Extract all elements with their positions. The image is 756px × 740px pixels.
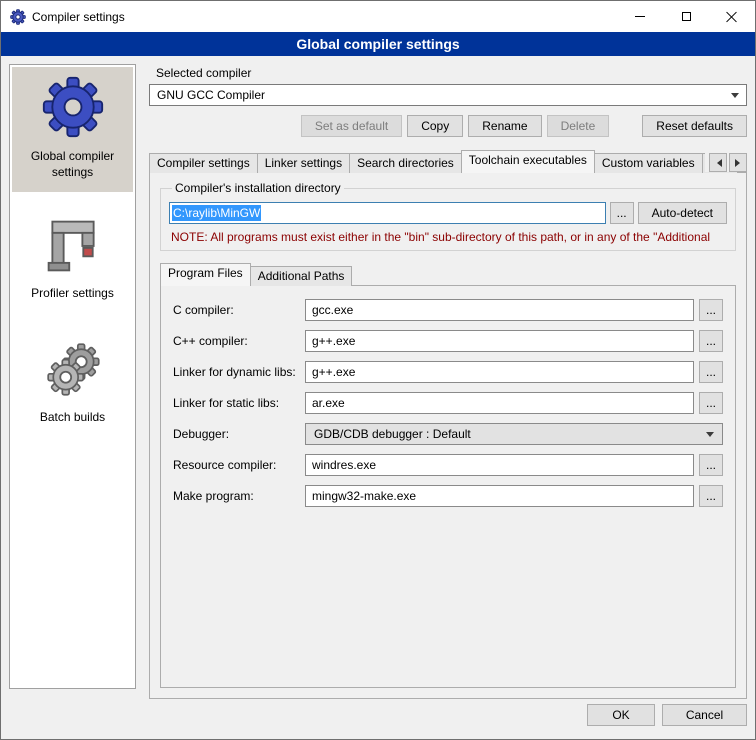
tab-linker-settings[interactable]: Linker settings — [257, 153, 350, 173]
sidebar-item-label: Global compiler settings — [15, 149, 130, 180]
auto-detect-button[interactable]: Auto-detect — [638, 202, 727, 224]
app-gear-icon — [10, 9, 26, 25]
tab-scroll-right-button[interactable] — [729, 153, 747, 172]
field-row-dynamic-linker: Linker for dynamic libs: ... — [173, 361, 723, 383]
sidebar-item-global-compiler-settings[interactable]: Global compiler settings — [12, 67, 133, 192]
dialog-header: Global compiler settings — [1, 32, 755, 56]
field-row-make-program: Make program: ... — [173, 485, 723, 507]
sidebar-item-profiler-settings[interactable]: Profiler settings — [12, 208, 133, 314]
tab-search-directories[interactable]: Search directories — [349, 153, 462, 173]
static-linker-browse-button[interactable]: ... — [699, 392, 723, 414]
cpp-compiler-label: C++ compiler: — [173, 334, 305, 348]
batch-gears-icon — [42, 338, 104, 400]
static-linker-input[interactable] — [305, 392, 694, 414]
chevron-down-icon — [731, 93, 739, 102]
arrow-left-icon — [713, 159, 722, 167]
dynamic-linker-input[interactable] — [305, 361, 694, 383]
tab-toolchain-executables[interactable]: Toolchain executables — [461, 150, 595, 173]
titlebar: Compiler settings — [1, 1, 755, 32]
program-files-page: C compiler: ... C++ compiler: ... Linker… — [160, 285, 736, 688]
set-as-default-button[interactable]: Set as default — [301, 115, 402, 137]
copy-button[interactable]: Copy — [407, 115, 463, 137]
c-compiler-input[interactable] — [305, 299, 694, 321]
field-row-static-linker: Linker for static libs: ... — [173, 392, 723, 414]
field-row-resource-compiler: Resource compiler: ... — [173, 454, 723, 476]
c-compiler-browse-button[interactable]: ... — [699, 299, 723, 321]
bin-subdirectory-note: NOTE: All programs must exist either in … — [171, 230, 725, 244]
debugger-label: Debugger: — [173, 427, 305, 441]
browse-directory-button[interactable]: ... — [610, 202, 634, 224]
toolchain-executables-page: Compiler's installation directory C:\ray… — [149, 172, 747, 699]
close-button[interactable] — [709, 1, 755, 32]
dialog-footer: OK Cancel — [1, 701, 755, 739]
installation-directory-input[interactable]: C:\raylib\MinGW — [169, 202, 606, 224]
resource-compiler-browse-button[interactable]: ... — [699, 454, 723, 476]
installation-directory-value: C:\raylib\MinGW — [172, 205, 261, 221]
field-row-cpp-compiler: C++ compiler: ... — [173, 330, 723, 352]
c-compiler-label: C compiler: — [173, 303, 305, 317]
gear-icon — [41, 75, 105, 139]
maximize-button[interactable] — [663, 1, 709, 32]
field-row-debugger: Debugger: GDB/CDB debugger : Default — [173, 423, 723, 445]
debugger-select-value: GDB/CDB debugger : Default — [314, 427, 700, 441]
close-icon — [726, 11, 738, 23]
rename-button[interactable]: Rename — [468, 115, 541, 137]
settings-tabbar: Compiler settings Linker settings Search… — [149, 150, 747, 173]
selected-compiler-label: Selected compiler — [156, 66, 747, 80]
main-panel: Selected compiler GNU GCC Compiler Set a… — [149, 64, 747, 699]
caption-buttons — [617, 1, 755, 32]
profiler-clamp-icon — [43, 216, 103, 276]
tab-compiler-settings[interactable]: Compiler settings — [149, 153, 258, 173]
dynamic-linker-browse-button[interactable]: ... — [699, 361, 723, 383]
chevron-down-icon — [706, 432, 714, 441]
cancel-button[interactable]: Cancel — [662, 704, 747, 726]
minimize-button[interactable] — [617, 1, 663, 32]
tab-additional-paths[interactable]: Additional Paths — [250, 266, 353, 286]
compiler-actions: Set as default Copy Rename Delete Reset … — [149, 115, 747, 137]
resource-compiler-input[interactable] — [305, 454, 694, 476]
tab-scroll-left-button[interactable] — [709, 153, 727, 172]
cpp-compiler-input[interactable] — [305, 330, 694, 352]
arrow-right-icon — [735, 159, 744, 167]
window-title: Compiler settings — [32, 10, 125, 24]
compiler-select[interactable]: GNU GCC Compiler — [149, 84, 747, 106]
make-program-input[interactable] — [305, 485, 694, 507]
sidebar-item-label: Batch builds — [40, 410, 105, 426]
static-linker-label: Linker for static libs: — [173, 396, 305, 410]
reset-defaults-button[interactable]: Reset defaults — [642, 115, 747, 137]
sidebar-item-label: Profiler settings — [31, 286, 114, 302]
debugger-select[interactable]: GDB/CDB debugger : Default — [305, 423, 723, 445]
maximize-icon — [682, 12, 691, 21]
make-program-browse-button[interactable]: ... — [699, 485, 723, 507]
minimize-icon — [635, 16, 645, 17]
tab-program-files[interactable]: Program Files — [160, 263, 251, 286]
ok-button[interactable]: OK — [587, 704, 655, 726]
compiler-select-value: GNU GCC Compiler — [157, 88, 725, 102]
installation-directory-legend: Compiler's installation directory — [172, 181, 344, 195]
settings-category-sidebar: Global compiler settings Profiler settin… — [9, 64, 136, 689]
installation-directory-group: Compiler's installation directory C:\ray… — [160, 181, 736, 251]
compiler-settings-window: Compiler settings Global compiler settin… — [0, 0, 756, 740]
field-row-c-compiler: C compiler: ... — [173, 299, 723, 321]
sidebar-item-batch-builds[interactable]: Batch builds — [12, 330, 133, 438]
tab-scroll-controls — [705, 153, 747, 172]
dynamic-linker-label: Linker for dynamic libs: — [173, 365, 305, 379]
make-program-label: Make program: — [173, 489, 305, 503]
program-files-tabbar: Program Files Additional Paths — [160, 263, 736, 286]
resource-compiler-label: Resource compiler: — [173, 458, 305, 472]
cpp-compiler-browse-button[interactable]: ... — [699, 330, 723, 352]
tab-custom-variables[interactable]: Custom variables — [594, 153, 703, 173]
delete-button[interactable]: Delete — [547, 115, 610, 137]
